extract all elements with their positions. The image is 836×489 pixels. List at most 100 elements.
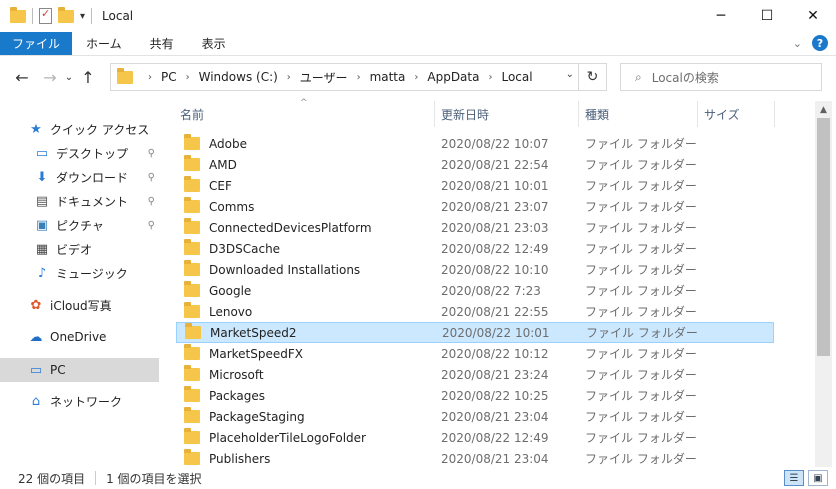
column-header-type[interactable]: 種類 [585,97,609,131]
sidebar-item-videos[interactable]: ▦ ビデオ [34,237,159,261]
forward-button[interactable]: → [38,68,62,87]
help-icon[interactable]: ? [812,35,828,51]
pin-icon[interactable]: ⚲ [148,220,155,231]
table-row[interactable]: PackageStaging 2020/08/21 23:04 ファイル フォルダー [176,406,774,427]
breadcrumb-appdata[interactable]: AppData [427,70,479,84]
table-row[interactable]: AMD 2020/08/21 22:54 ファイル フォルダー [176,154,774,175]
address-dropdown-icon[interactable]: ⌄ [566,69,574,80]
back-button[interactable]: ← [10,68,34,87]
pin-icon[interactable]: ⚲ [148,148,155,159]
file-date: 2020/08/21 22:54 [441,157,549,172]
up-button[interactable]: ↑ [76,68,100,87]
maximize-button[interactable]: ☐ [744,0,790,32]
breadcrumb-local[interactable]: Local [501,70,532,84]
file-type: ファイル フォルダー [585,242,697,256]
breadcrumb: PC › Windows (C:) › ユーザー › matta › AppData › … [161,69,533,86]
file-type: ファイル フォルダー [585,431,697,445]
table-row[interactable]: Packages 2020/08/22 10:25 ファイル フォルダー [176,385,774,406]
customize-toolbar-icon[interactable]: ▾ [80,11,85,22]
search-input[interactable]: ⌕ Localの検索 [620,63,822,91]
network-icon: ⌂ [31,393,41,409]
table-row[interactable]: Downloaded Installations 2020/08/22 10:10… [176,259,774,280]
breadcrumb-users[interactable]: ユーザー [300,69,348,86]
table-row[interactable]: Publishers 2020/08/21 23:04 ファイル フォルダー [176,448,774,469]
column-divider[interactable] [434,101,435,127]
icloud-photos-icon: ✿ [30,297,42,313]
expand-ribbon-icon[interactable]: ⌄ [793,37,802,50]
column-divider[interactable] [774,101,775,127]
table-row[interactable]: Comms 2020/08/21 23:07 ファイル フォルダー [176,196,774,217]
column-divider[interactable] [578,101,579,127]
vertical-scrollbar[interactable]: ▲ [815,101,832,467]
table-row[interactable]: MarketSpeed2 2020/08/22 10:01 ファイル フォルダー [176,322,774,343]
chevron-right-icon[interactable]: › [357,72,361,83]
column-header-name[interactable]: 名前 [180,97,204,131]
sidebar-item-desktop[interactable]: ▭ デスクトップ ⚲ [34,141,159,165]
close-button[interactable]: ✕ [790,0,836,32]
column-divider[interactable] [697,101,698,127]
sidebar-item-music[interactable]: ♪ ミュージック [34,261,159,285]
column-header-date[interactable]: 更新日時 [441,97,489,131]
file-type: ファイル フォルダー [585,368,697,382]
column-header-size[interactable]: サイズ [704,97,740,131]
chevron-right-icon[interactable]: › [287,72,291,83]
table-row[interactable]: Lenovo 2020/08/21 22:55 ファイル フォルダー [176,301,774,322]
download-icon: ⬇ [36,169,48,185]
sidebar-item-icloud-photos[interactable]: ✿ iCloud写真 [28,293,159,317]
scroll-up-icon[interactable]: ▲ [815,101,832,118]
desktop-icon: ▭ [35,145,49,161]
file-type: ファイル フォルダー [585,179,697,193]
minimize-button[interactable]: ─ [698,0,744,32]
pin-icon[interactable]: ⚲ [148,196,155,207]
file-type: ファイル フォルダー [585,137,697,151]
large-icons-view-icon[interactable]: ▣ [808,470,828,486]
breadcrumb-matta[interactable]: matta [370,70,406,84]
sidebar-item-label: デスクトップ [56,146,129,161]
file-name: MarketSpeedFX [209,346,303,361]
table-row[interactable]: ConnectedDevicesPlatform 2020/08/21 23:03… [176,217,774,238]
table-row[interactable]: MarketSpeedFX 2020/08/22 10:12 ファイル フォルダー [176,343,774,364]
sidebar-item-quick-access[interactable]: ★ クイック アクセス [28,117,187,141]
window-title: Local [102,9,134,23]
sidebar-item-documents[interactable]: ▤ ドキュメント ⚲ [34,189,159,213]
sidebar-item-label: ネットワーク [50,394,123,409]
sidebar-item-pictures[interactable]: ▣ ピクチャ ⚲ [34,213,159,237]
breadcrumb-windows-c[interactable]: Windows (C:) [199,70,278,84]
address-bar[interactable]: › PC › Windows (C:) › ユーザー › matta › AppData… [110,63,607,91]
breadcrumb-pc[interactable]: PC [161,70,177,84]
table-row[interactable]: Adobe 2020/08/22 10:07 ファイル フォルダー [176,133,774,154]
sidebar-item-pc[interactable]: ▭ PC [0,358,159,382]
file-type: ファイル フォルダー [586,326,698,340]
file-date: 2020/08/22 12:49 [441,430,549,445]
tab-home[interactable]: ホーム [72,32,136,55]
sidebar-item-network[interactable]: ⌂ ネットワーク [28,389,159,413]
properties-icon[interactable] [39,7,52,24]
table-row[interactable]: D3DSCache 2020/08/22 12:49 ファイル フォルダー [176,238,774,259]
chevron-right-icon[interactable]: › [414,72,418,83]
pin-icon[interactable]: ⚲ [148,172,155,183]
file-name: PlaceholderTileLogoFolder [209,430,366,445]
table-row[interactable]: PlaceholderTileLogoFolder 2020/08/22 12:4… [176,427,774,448]
scroll-thumb[interactable] [817,118,830,356]
details-view-icon[interactable]: ☰ [784,470,804,486]
chevron-right-icon[interactable]: › [186,72,190,83]
chevron-right-icon[interactable]: › [148,72,152,83]
recent-locations-button[interactable]: ⌄ [62,72,76,83]
file-type: ファイル フォルダー [585,200,697,214]
table-row[interactable]: Google 2020/08/22 7:23 ファイル フォルダー [176,280,774,301]
folder-icon [184,344,200,360]
table-row[interactable]: CEF 2020/08/21 10:01 ファイル フォルダー [176,175,774,196]
chevron-right-icon[interactable]: › [488,72,492,83]
file-name: Google [209,283,252,298]
sidebar-item-downloads[interactable]: ⬇ ダウンロード ⚲ [34,165,159,189]
sidebar-item-label: ドキュメント [56,194,129,209]
sidebar-item-onedrive[interactable]: ☁ OneDrive [28,325,159,349]
table-row[interactable]: Microsoft 2020/08/21 23:24 ファイル フォルダー [176,364,774,385]
new-folder-icon[interactable] [58,6,74,23]
onedrive-icon: ☁ [29,329,43,345]
refresh-button[interactable]: ↻ [578,64,606,90]
folder-icon [184,428,200,444]
tab-share[interactable]: 共有 [136,32,188,55]
tab-file[interactable]: ファイル [0,32,73,55]
tab-view[interactable]: 表示 [188,32,240,55]
